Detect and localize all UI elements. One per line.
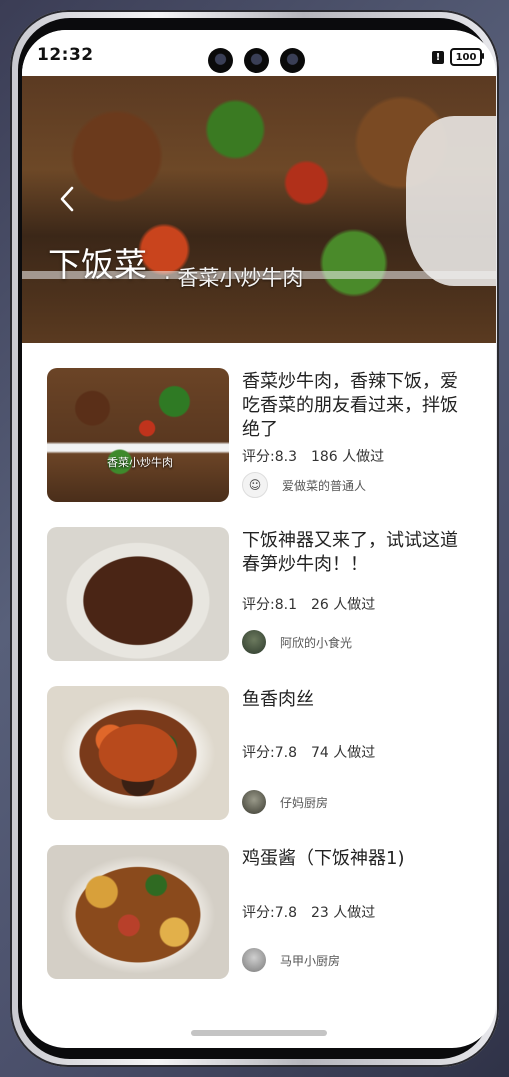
recipe-made-count: 74 人做过	[310, 745, 376, 761]
recipe-card[interactable]: 鱼香肉丝 评分:7.8 74 人做过 仔妈厨房	[22, 686, 496, 845]
recipe-made-count: 23 人做过	[310, 905, 376, 921]
recipe-info: 香菜炒牛肉，香辣下饭，爱吃香菜的朋友看过来，拌饭绝了 评分:8.3 186 人做过…	[242, 368, 467, 498]
back-button[interactable]	[56, 184, 80, 214]
status-icons: ! 100	[432, 48, 484, 66]
avatar[interactable]	[242, 790, 266, 814]
recipe-list: 香菜小炒牛肉 香菜炒牛肉，香辣下饭，爱吃香菜的朋友看过来，拌饭绝了 评分:8.3…	[22, 343, 496, 1004]
recipe-thumbnail[interactable]	[47, 527, 229, 661]
recipe-author[interactable]: 阿欣的小食光	[242, 630, 352, 654]
recipe-author[interactable]: 仔妈厨房	[242, 790, 328, 814]
status-bar: 12:32 ! 100	[22, 30, 496, 76]
thumbnail-caption: 香菜小炒牛肉	[107, 456, 173, 469]
recipe-card[interactable]: 鸡蛋酱（下饭神器1) 评分:7.8 23 人做过 马甲小厨房	[22, 845, 496, 1004]
recipe-rating: 评分:8.1	[242, 597, 297, 613]
camera-icon	[244, 48, 269, 73]
recipe-made-count: 186 人做过	[310, 449, 385, 465]
home-indicator[interactable]	[191, 1030, 327, 1036]
recipe-meta: 评分:8.3 186 人做过	[242, 446, 384, 466]
page-title: 下饭菜	[48, 245, 147, 284]
avatar[interactable]: ☺	[242, 472, 268, 498]
app-screen: 12:32 ! 100 下饭菜 · 香菜小炒牛肉 香菜小炒牛肉 香菜炒牛肉，香辣…	[22, 30, 496, 1048]
hero-banner: 下饭菜 · 香菜小炒牛肉	[22, 76, 496, 343]
recipe-rating: 评分:7.8	[242, 905, 297, 921]
recipe-card[interactable]: 下饭神器又来了，试试这道春笋炒牛肉！！ 评分:8.1 26 人做过 阿欣的小食光	[22, 527, 496, 686]
recipe-author[interactable]: 马甲小厨房	[242, 948, 340, 972]
recipe-thumbnail[interactable]	[47, 686, 229, 820]
recipe-made-count: 26 人做过	[310, 597, 376, 613]
hero-subtitle: · 香菜小炒牛肉	[164, 266, 304, 290]
recipe-thumbnail[interactable]	[47, 845, 229, 979]
avatar[interactable]	[242, 630, 266, 654]
status-time: 12:32	[37, 45, 94, 65]
recipe-card[interactable]: 香菜小炒牛肉 香菜炒牛肉，香辣下饭，爱吃香菜的朋友看过来，拌饭绝了 评分:8.3…	[22, 368, 496, 527]
recipe-title[interactable]: 鱼香肉丝	[242, 688, 467, 712]
recipe-title[interactable]: 鸡蛋酱（下饭神器1)	[242, 847, 467, 871]
recipe-info: 鸡蛋酱（下饭神器1) 评分:7.8 23 人做过 马甲小厨房	[242, 845, 467, 972]
camera-icon	[208, 48, 233, 73]
author-name[interactable]: 马甲小厨房	[280, 952, 340, 969]
recipe-author[interactable]: ☺ 爱做菜的普通人	[242, 472, 366, 498]
recipe-title[interactable]: 下饭神器又来了，试试这道春笋炒牛肉！！	[242, 529, 467, 577]
battery-level: 100	[455, 51, 477, 63]
alert-icon: !	[432, 50, 444, 64]
recipe-info: 下饭神器又来了，试试这道春笋炒牛肉！！ 评分:8.1 26 人做过 阿欣的小食光	[242, 527, 467, 654]
avatar[interactable]	[242, 948, 266, 972]
recipe-meta: 评分:7.8 74 人做过	[242, 742, 375, 762]
recipe-rating: 评分:8.3	[242, 449, 297, 465]
recipe-title[interactable]: 香菜炒牛肉，香辣下饭，爱吃香菜的朋友看过来，拌饭绝了	[242, 370, 467, 442]
chevron-left-icon	[60, 186, 74, 212]
recipe-info: 鱼香肉丝 评分:7.8 74 人做过 仔妈厨房	[242, 686, 467, 814]
recipe-meta: 评分:8.1 26 人做过	[242, 594, 375, 614]
battery-icon: 100	[450, 48, 484, 66]
author-name[interactable]: 阿欣的小食光	[280, 634, 352, 651]
recipe-rating: 评分:7.8	[242, 745, 297, 761]
recipe-meta: 评分:7.8 23 人做过	[242, 902, 375, 922]
author-name[interactable]: 爱做菜的普通人	[282, 477, 366, 494]
recipe-thumbnail[interactable]: 香菜小炒牛肉	[47, 368, 229, 502]
hero-plate	[406, 116, 496, 286]
author-name[interactable]: 仔妈厨房	[280, 794, 328, 811]
camera-icon	[280, 48, 305, 73]
